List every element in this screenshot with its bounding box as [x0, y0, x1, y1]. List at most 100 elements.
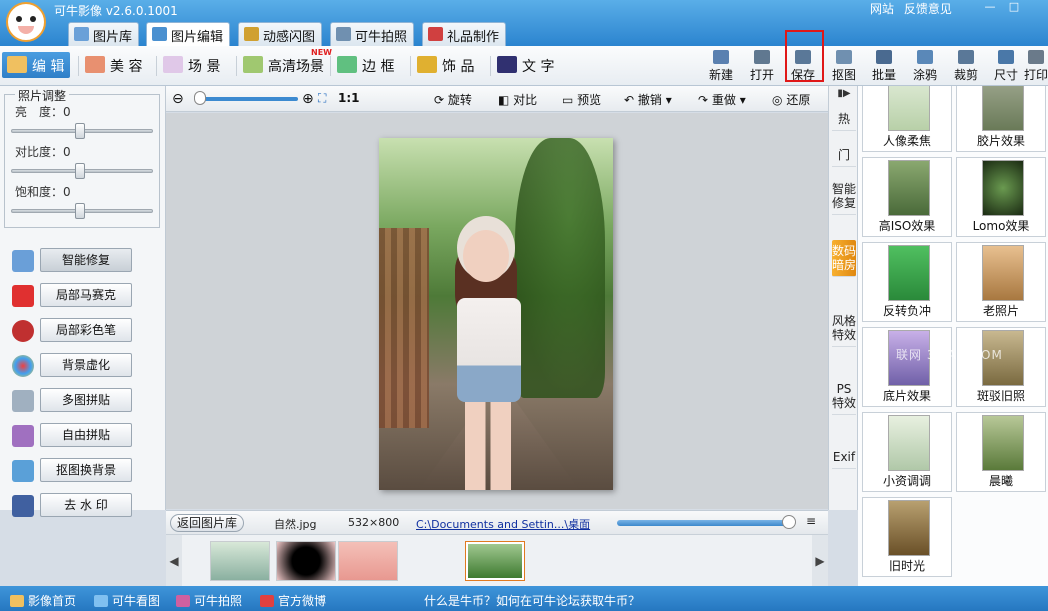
effect-mottled-old[interactable]: 斑驳旧照: [956, 327, 1046, 407]
batch-button[interactable]: 批量: [866, 50, 902, 84]
tab-flash-image[interactable]: 动感闪图: [238, 22, 323, 46]
thumbnail-current[interactable]: [465, 541, 525, 581]
vtab-style-effects[interactable]: 风格特效: [832, 310, 856, 347]
rotate-button[interactable]: ⟳ 旋转: [434, 91, 472, 108]
vtab-ps-effects[interactable]: PS特效: [832, 378, 856, 415]
thumbnail-pink[interactable]: [338, 541, 398, 581]
edit-tab-frame[interactable]: 边 框: [332, 52, 400, 78]
edit-tab-edit[interactable]: 编 辑: [2, 52, 71, 78]
thumbnail-size-slider-handle[interactable]: [782, 515, 796, 529]
effect-old-photo[interactable]: 老照片: [956, 242, 1046, 322]
compare-button[interactable]: ◧ 对比: [498, 91, 537, 108]
zoom-in-icon[interactable]: ⊕: [302, 91, 314, 107]
effect-dawn[interactable]: 晨曦: [956, 412, 1046, 492]
tab-camera[interactable]: 可牛拍照: [330, 22, 415, 46]
tab-edit-image[interactable]: 图片编辑: [146, 22, 231, 46]
contrast-slider-handle[interactable]: [75, 163, 85, 179]
website-link[interactable]: 网站: [870, 2, 894, 16]
weibo-link[interactable]: 官方微博: [260, 592, 326, 609]
zoom-slider[interactable]: [196, 97, 298, 101]
thumbnail-black[interactable]: [276, 541, 336, 581]
effect-negative[interactable]: 底片效果: [862, 327, 952, 407]
effect-portrait-soft-focus[interactable]: 人像柔焦: [862, 86, 952, 152]
vtab-hot-2[interactable]: 门: [832, 144, 856, 167]
multi-collage-button[interactable]: 多图拼贴: [40, 388, 132, 412]
file-path-link[interactable]: C:\Documents and Settin...\桌面: [416, 516, 590, 532]
vtab-exif[interactable]: Exif: [832, 446, 856, 469]
effect-lomo[interactable]: Lomo效果: [956, 157, 1046, 237]
effect-label: 小资调调: [882, 474, 931, 488]
color-pen-button[interactable]: 局部彩色笔: [40, 318, 132, 342]
zoom-slider-handle[interactable]: [194, 91, 206, 105]
left-panel: 照片调整 亮 度：0 对比度：0 饱和度：0 智能修复 局部马赛克 局部彩色笔 …: [0, 86, 166, 517]
niubi-help-link[interactable]: 什么是牛币？如何在可牛论坛获取牛币？: [424, 592, 640, 609]
edit-tab-beauty[interactable]: 美 容: [80, 52, 148, 78]
vtab-smart-fix[interactable]: 智能修复: [832, 178, 856, 215]
mosaic-button[interactable]: 局部马赛克: [40, 283, 132, 307]
redo-button[interactable]: ↷ 重做 ▾: [698, 91, 746, 108]
rotate-icon: ⟳: [434, 93, 445, 107]
image-canvas[interactable]: [166, 113, 828, 509]
preview-icon: ▭: [562, 93, 574, 107]
thumbnail-wedding[interactable]: [210, 541, 270, 581]
camera-link[interactable]: 可牛拍照: [176, 592, 242, 609]
edit-tab-text[interactable]: 文 字: [492, 52, 560, 78]
actual-size-button[interactable]: 1:1: [338, 91, 360, 105]
edit-tab-accessory[interactable]: 饰 品: [412, 52, 480, 78]
effect-old-times[interactable]: 旧时光: [862, 497, 952, 577]
menu-icon[interactable]: ≡: [806, 514, 816, 528]
preview-button[interactable]: ▭ 预览: [562, 91, 601, 108]
collapse-panel-icon[interactable]: ▮▶: [834, 88, 854, 104]
crop-button[interactable]: 裁剪: [948, 50, 984, 84]
tab-gallery[interactable]: 图片库: [68, 22, 140, 46]
contrast-label: 对比度：0: [15, 145, 71, 159]
undo-dropdown-icon[interactable]: ▾: [666, 93, 672, 107]
vtab-hot-1[interactable]: 热: [832, 108, 856, 131]
brightness-slider-handle[interactable]: [75, 123, 85, 139]
effect-label: 晨曦: [988, 474, 1013, 488]
hd-scene-icon: [243, 56, 263, 73]
new-button[interactable]: 新建: [703, 50, 739, 84]
redo-dropdown-icon[interactable]: ▾: [740, 93, 746, 107]
edit-tab-scene[interactable]: 场 景: [158, 52, 226, 78]
strip-right-arrow-icon[interactable]: ▶: [812, 535, 828, 587]
minimize-button[interactable]: —: [980, 0, 1000, 14]
edited-photo[interactable]: [379, 138, 613, 490]
remove-watermark-button[interactable]: 去 水 印: [40, 493, 132, 517]
zoom-out-icon[interactable]: ⊖: [172, 91, 184, 107]
edit-tab-hd-scene[interactable]: 高清场景 NEW: [238, 48, 332, 78]
saturation-slider-handle[interactable]: [75, 203, 85, 219]
effect-film[interactable]: 胶片效果: [956, 86, 1046, 152]
undo-button[interactable]: ↶ 撤销 ▾: [624, 91, 672, 108]
feedback-link[interactable]: 反馈意见: [904, 2, 952, 16]
maximize-button[interactable]: □: [1004, 0, 1024, 14]
thumbnail-size-slider[interactable]: [617, 520, 791, 526]
restore-button[interactable]: ◎ 还原: [772, 91, 810, 108]
open-folder-icon: [754, 50, 770, 64]
tab-gift[interactable]: 礼品制作: [422, 22, 507, 46]
free-collage-button[interactable]: 自由拼贴: [40, 423, 132, 447]
vtab-digital-darkroom[interactable]: 数码暗房: [832, 240, 856, 277]
effect-high-iso[interactable]: 高ISO效果: [862, 157, 952, 237]
home-link[interactable]: 影像首页: [10, 592, 76, 609]
doodle-button[interactable]: 涂鸦: [907, 50, 943, 84]
replace-bg-icon: [12, 460, 34, 482]
cutout-button[interactable]: 抠图: [826, 50, 862, 84]
effect-petite-bourgeois[interactable]: 小资调调: [862, 412, 952, 492]
status-bar: 影像首页 可牛看图 可牛拍照 官方微博 什么是牛币？如何在可牛论坛获取牛币？: [0, 586, 1048, 611]
print-button[interactable]: 打印: [1024, 50, 1048, 84]
save-highlight-box: [785, 30, 824, 82]
open-button[interactable]: 打开: [744, 50, 780, 84]
replace-bg-button[interactable]: 抠图换背景: [40, 458, 132, 482]
photo-adjust-title: 照片调整: [15, 87, 70, 104]
strip-left-arrow-icon[interactable]: ◀: [166, 535, 182, 587]
viewer-link[interactable]: 可牛看图: [94, 592, 160, 609]
blur-button[interactable]: 背景虚化: [40, 353, 132, 377]
back-to-gallery-button[interactable]: 返回图片库: [170, 514, 245, 532]
fit-window-icon[interactable]: ⛶: [318, 91, 326, 106]
effect-cross-process[interactable]: 反转负冲: [862, 242, 952, 322]
resize-button[interactable]: 尺寸: [988, 50, 1024, 84]
status-label: 可牛拍照: [194, 594, 243, 608]
smart-fix-button[interactable]: 智能修复: [40, 248, 132, 272]
tool-label: 尺寸: [993, 68, 1018, 82]
